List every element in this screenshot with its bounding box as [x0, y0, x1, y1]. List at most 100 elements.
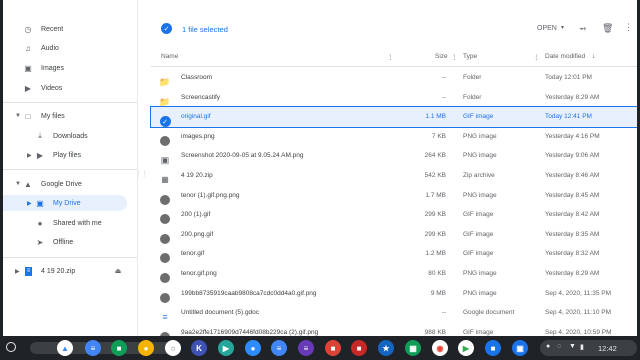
- sidebar-item-label: Play files: [53, 151, 82, 159]
- google-drive-app-icon[interactable]: ▲: [57, 340, 73, 356]
- chevron-down-icon[interactable]: ▾: [561, 24, 564, 31]
- column-divider[interactable]: ⋮: [387, 53, 394, 61]
- chevron-right-icon[interactable]: ▶: [27, 152, 32, 159]
- column-header-size[interactable]: Size: [435, 53, 448, 60]
- file-size: 542 KB: [424, 171, 446, 179]
- sidebar-item-my-drive[interactable]: ▶ ▣ My Drive: [3, 195, 127, 211]
- chevron-down-icon[interactable]: ▼: [15, 113, 21, 119]
- classroom-app-icon[interactable]: ■: [111, 340, 127, 356]
- files-app-window: ◷ Recent ♫ Audio ▣ Images ▶ Videos ▼ □ M…: [3, 0, 637, 336]
- file-type: PNG image: [463, 132, 497, 140]
- file-date: Yesterday 8:32 AM: [545, 250, 600, 258]
- file-row[interactable]: ▣ Screenshot 2020-09-05 at 9.05.24 AM.png…: [151, 146, 637, 166]
- file-size: 299 KB: [424, 230, 446, 238]
- sidebar-item-downloads[interactable]: ⤓ Downloads: [3, 128, 127, 144]
- forms-app-icon[interactable]: ≡: [298, 340, 314, 356]
- files-app-icon[interactable]: ○: [165, 340, 181, 356]
- file-type: Folder: [463, 74, 482, 81]
- image-icon: ▣: [24, 63, 32, 73]
- file-row[interactable]: 📁 Classroom -- Folder Today 12:01 PM: [151, 68, 637, 88]
- share-icon[interactable]: ⥇: [579, 23, 586, 34]
- file-row[interactable]: tenor.gif.png 80 KB PNG image Yesterday 8:2…: [151, 264, 637, 284]
- eject-icon[interactable]: ⏏: [113, 266, 123, 276]
- news-app-icon[interactable]: ■: [351, 340, 367, 356]
- sidebar-item-label: 4 19 20.zip: [41, 267, 76, 275]
- files-folder-app-icon[interactable]: ▣: [512, 340, 528, 356]
- file-row[interactable]: 200.png.gif 299 KB GIF image Yesterday 8:35…: [151, 225, 637, 245]
- file-name: 4 19 20.zip: [181, 171, 213, 179]
- file-size: 1.1 MB: [425, 113, 446, 121]
- kami-app-icon[interactable]: K: [191, 340, 207, 356]
- file-row[interactable]: 📁 Screencastify -- Folder Yesterday 8:29 AM: [151, 88, 637, 108]
- file-name: tenor.gif.png: [181, 269, 217, 277]
- sidebar-item-google-drive[interactable]: ▼ ▲ Google Drive: [3, 176, 127, 192]
- file-size: 80 KB: [428, 269, 446, 277]
- check-icon: ✓: [159, 110, 171, 128]
- column-header-type[interactable]: Type: [463, 53, 477, 60]
- sidebar-item-recent[interactable]: ◷ Recent: [3, 21, 127, 37]
- file-row[interactable]: ✓ original.gif 1.1 MB GIF image Today 12:41 …: [150, 106, 637, 128]
- file-row[interactable]: 199bb8735919caab9808ca7cdc0dd4a0.gif.png…: [151, 284, 637, 304]
- more-options-icon[interactable]: ⋮: [624, 22, 633, 33]
- file-row[interactable]: 200 (1).gif 299 KB GIF image Yesterday 8:42…: [151, 205, 637, 225]
- sidebar-item-play-files[interactable]: ▶ ▶ Play files: [3, 147, 127, 163]
- open-button[interactable]: OPEN: [537, 25, 557, 32]
- sidebar-item-shared-with-me[interactable]: ● Shared with me: [3, 215, 127, 231]
- file-type: Google document: [463, 309, 515, 317]
- file-date: Yesterday 8:46 AM: [545, 171, 600, 179]
- file-row[interactable]: tenor.gif 1.2 MB GIF image Yesterday 8:32 A…: [151, 244, 637, 264]
- chrome-app-icon[interactable]: ◉: [432, 340, 448, 356]
- sheets-app-icon[interactable]: ▦: [405, 340, 421, 356]
- file-row[interactable]: images.png 7 KB PNG image Yesterday 4:16 PM: [151, 127, 637, 147]
- chevron-right-icon[interactable]: ▶: [15, 268, 20, 275]
- file-size: 264 KB: [424, 152, 446, 160]
- file-date: Yesterday 8:29 AM: [545, 93, 600, 101]
- delete-icon[interactable]: 🗑: [602, 23, 613, 34]
- meet-app-icon[interactable]: ■: [485, 340, 501, 356]
- sidebar-item-my-files[interactable]: ▼ □ My files: [3, 108, 127, 124]
- image-thumb: [159, 326, 171, 336]
- image-thumb: [159, 267, 171, 283]
- file-size: 1.7 MB: [425, 191, 446, 199]
- shelf: ▲ ≡ ■ ● ○ K ▶ ● ≡ ≡ ■ ■ ★ ▦ ◉ ▶ ■ ▣ ● ◌ …: [0, 336, 640, 360]
- status-tray[interactable]: ● ◌ ▼ ▮ 12:42: [540, 340, 637, 356]
- arrow-down-icon[interactable]: ↓: [592, 53, 596, 60]
- file-size: 299 KB: [424, 211, 446, 219]
- sidebar: ◷ Recent ♫ Audio ▣ Images ▶ Videos ▼ □ M…: [3, 0, 137, 336]
- launcher-icon[interactable]: [6, 342, 16, 352]
- file-row[interactable]: ≡ Untitled document (5).gdoc -- Google docu…: [151, 303, 637, 323]
- zip-icon: ▦: [161, 174, 169, 184]
- column-header-name[interactable]: Name: [161, 53, 178, 60]
- sidebar-item-zip[interactable]: ▶ ≡ 4 19 20.zip ⏏: [3, 263, 127, 279]
- chevron-down-icon[interactable]: ▼: [15, 181, 21, 187]
- slides-app-icon[interactable]: ■: [325, 340, 341, 356]
- resize-handle-icon[interactable]: ⋮⋮: [135, 170, 148, 178]
- search-box[interactable]: [30, 342, 180, 354]
- sidebar-item-images[interactable]: ▣ Images: [3, 60, 127, 76]
- docs-app-icon[interactable]: ≡: [271, 340, 287, 356]
- file-row[interactable]: 9aa2e2ffe1716909d7446fd08b229ca (2).gif.…: [151, 323, 637, 336]
- docs-app-icon[interactable]: ≡: [85, 340, 101, 356]
- texas-app-icon[interactable]: ★: [378, 340, 394, 356]
- file-row[interactable]: tenor (1).gif.png.png 1.7 MB PNG image Yest…: [151, 186, 637, 206]
- divider: [3, 102, 137, 103]
- chevron-right-icon[interactable]: ▶: [27, 200, 32, 207]
- screencastify-app-icon[interactable]: ▶: [218, 340, 234, 356]
- file-date: Yesterday 8:35 AM: [545, 230, 600, 238]
- sidebar-item-audio[interactable]: ♫ Audio: [3, 40, 127, 56]
- file-size: --: [441, 309, 446, 317]
- column-divider[interactable]: ⋮: [533, 53, 540, 61]
- file-type: GIF image: [463, 328, 494, 336]
- file-row[interactable]: ▦ 4 19 20.zip 542 KB Zip archive Yesterday 8…: [151, 166, 637, 186]
- sidebar-item-videos[interactable]: ▶ Videos: [3, 80, 127, 96]
- sidebar-item-label: Audio: [41, 44, 59, 52]
- zoom-app-icon[interactable]: ●: [245, 340, 261, 356]
- keep-app-icon[interactable]: ●: [138, 340, 154, 356]
- file-size: 7 KB: [431, 132, 446, 140]
- check-icon[interactable]: ✓: [161, 23, 172, 34]
- file-name: tenor.gif: [181, 250, 205, 258]
- sidebar-item-offline[interactable]: ➤ Offline: [3, 234, 127, 250]
- column-divider[interactable]: ⋮: [451, 53, 458, 61]
- play-store-app-icon[interactable]: ▶: [458, 340, 474, 356]
- column-header-date[interactable]: Date modified: [545, 53, 585, 60]
